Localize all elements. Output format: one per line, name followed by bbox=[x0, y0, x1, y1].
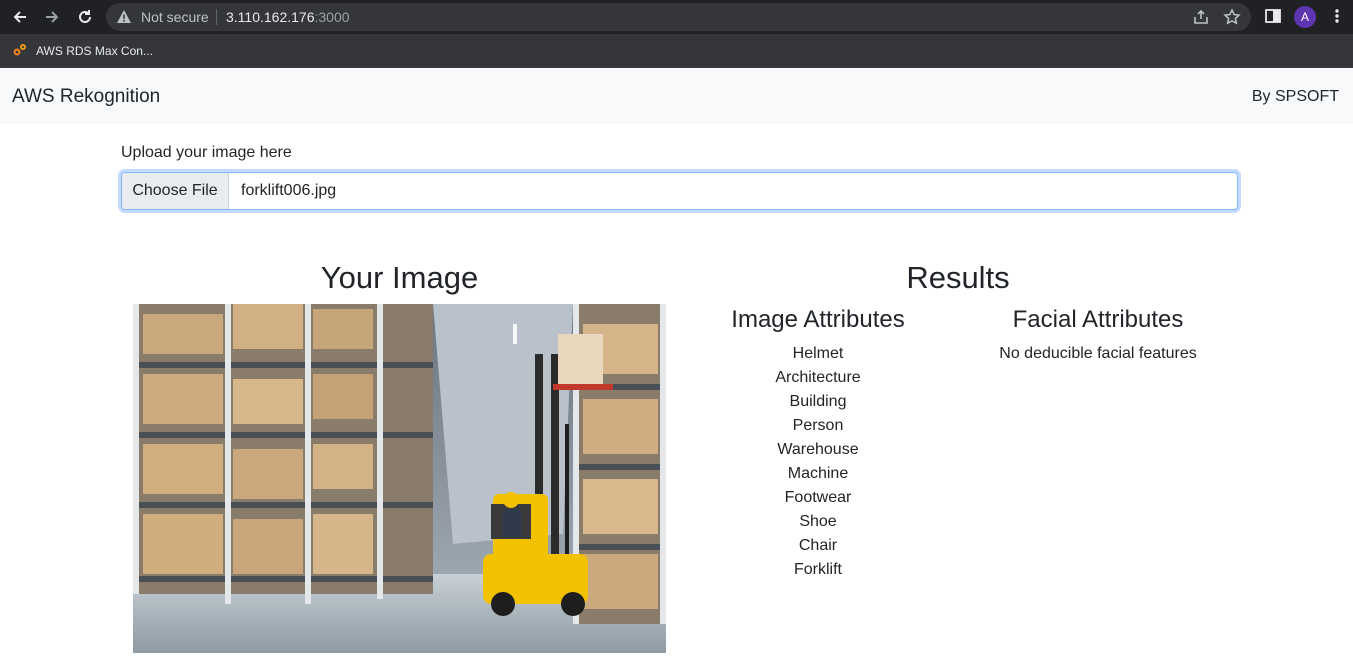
attribute-item: Person bbox=[792, 417, 844, 434]
attribute-item: Machine bbox=[787, 465, 849, 482]
security-label[interactable]: Not secure bbox=[141, 9, 209, 25]
attribute-item: Footwear bbox=[784, 489, 852, 506]
back-arrow-icon[interactable] bbox=[8, 5, 32, 29]
star-icon[interactable] bbox=[1223, 8, 1241, 31]
url-text[interactable]: 3.110.162.176:3000 bbox=[226, 9, 350, 25]
image-attributes-list: Helmet Architecture Building Person Ware… bbox=[700, 342, 936, 582]
upload-label: Upload your image here bbox=[121, 144, 292, 161]
aws-gears-icon bbox=[12, 42, 28, 61]
attribute-item: Forklift bbox=[794, 561, 842, 578]
profile-avatar[interactable]: A bbox=[1294, 6, 1316, 28]
address-bar[interactable]: Not secure 3.110.162.176:3000 bbox=[106, 3, 1251, 31]
uploaded-image bbox=[133, 304, 666, 653]
image-attributes-heading: Image Attributes bbox=[731, 306, 905, 333]
browser-toolbar: Not secure 3.110.162.176:3000 A bbox=[0, 0, 1353, 34]
url-host: 3.110.162.176 bbox=[226, 9, 315, 25]
results-heading: Results bbox=[906, 260, 1010, 295]
bookmark-label: AWS RDS Max Con... bbox=[36, 44, 153, 58]
bookmark-item[interactable]: AWS RDS Max Con... bbox=[12, 41, 153, 61]
app-navbar: AWS Rekognition By SPSOFT bbox=[0, 68, 1353, 124]
attribute-item: Shoe bbox=[799, 513, 837, 530]
warning-icon bbox=[116, 9, 132, 30]
attribute-item: Chair bbox=[798, 537, 838, 554]
attribute-item: Helmet bbox=[792, 345, 844, 362]
your-image-heading: Your Image bbox=[320, 260, 479, 295]
bookmarks-bar: AWS RDS Max Con... bbox=[0, 34, 1353, 68]
choose-file-button[interactable]: Choose File bbox=[122, 173, 229, 209]
url-port: :3000 bbox=[314, 9, 350, 25]
attribute-item: Warehouse bbox=[777, 441, 859, 458]
file-input[interactable]: Choose File forklift006.jpg bbox=[121, 172, 1238, 210]
facial-attributes-message: No deducible facial features bbox=[999, 345, 1197, 362]
navbar-credit: By SPSOFT bbox=[1251, 88, 1339, 105]
forward-arrow-icon[interactable] bbox=[40, 5, 64, 29]
attribute-item: Building bbox=[789, 393, 847, 410]
facial-attributes-heading: Facial Attributes bbox=[1012, 306, 1184, 333]
address-separator bbox=[216, 9, 217, 25]
navbar-brand[interactable]: AWS Rekognition bbox=[12, 86, 160, 108]
share-icon[interactable] bbox=[1192, 8, 1210, 31]
selected-file-name: forklift006.jpg bbox=[241, 182, 337, 199]
attribute-item: Architecture bbox=[775, 369, 861, 386]
side-panel-icon[interactable] bbox=[1264, 7, 1282, 30]
reload-icon[interactable] bbox=[73, 5, 97, 29]
kebab-menu-icon[interactable] bbox=[1330, 7, 1344, 30]
